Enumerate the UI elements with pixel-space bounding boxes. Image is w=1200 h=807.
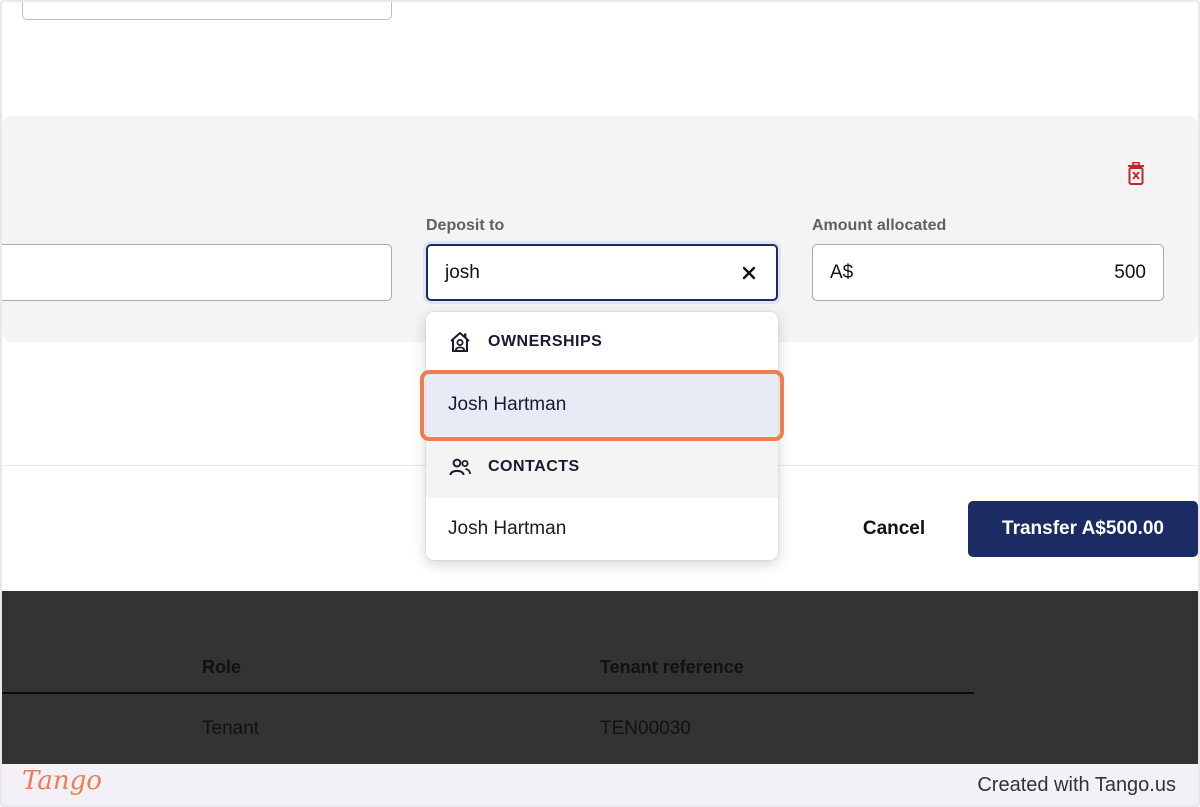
table-cell-tenant-reference: TEN00030 [600, 718, 691, 739]
ownership-house-icon [450, 332, 470, 352]
created-with-text: Created with Tango.us [977, 774, 1176, 796]
tango-logo: Tango [22, 766, 102, 796]
table-header-rule [2, 692, 974, 694]
allocation-panel [2, 116, 1198, 342]
account-field[interactable] [2, 244, 392, 301]
trash-icon [1128, 162, 1144, 185]
app-frame: Deposit to josh Amount allocated A$ 500 … [0, 0, 1200, 807]
currency-prefix: A$ [830, 261, 854, 283]
cancel-button[interactable]: Cancel [848, 502, 940, 556]
group-label-ownerships: OWNERSHIPS [488, 333, 603, 350]
transfer-button[interactable]: Transfer A$500.00 [968, 501, 1198, 557]
table-cell-role: Tenant [202, 718, 260, 739]
deposit-to-label: Deposit to [426, 217, 505, 234]
amount-value: 500 [1114, 261, 1146, 283]
ownership-option-josh-hartman[interactable]: Josh Hartman [426, 374, 778, 436]
clear-icon[interactable] [740, 264, 758, 282]
deposit-to-value: josh [445, 261, 480, 283]
amount-allocated-input[interactable]: A$ 500 [812, 244, 1164, 301]
deposit-to-dropdown: OWNERSHIPS Josh Hartman CONTACTS Josh Ha… [426, 312, 778, 560]
delete-allocation-button[interactable] [1124, 160, 1148, 188]
people-icon [449, 458, 471, 476]
amount-allocated-label: Amount allocated [812, 217, 947, 234]
group-header-contacts: CONTACTS [426, 436, 778, 498]
contact-option-josh-hartman[interactable]: Josh Hartman [426, 498, 778, 560]
column-header-tenant-reference: Tenant reference [600, 657, 744, 677]
column-header-role: Role [202, 657, 242, 677]
group-label-contacts: CONTACTS [488, 458, 580, 475]
top-text-field[interactable] [22, 2, 392, 20]
deposit-to-input[interactable]: josh [426, 244, 778, 301]
group-header-ownerships: OWNERSHIPS [426, 312, 778, 372]
